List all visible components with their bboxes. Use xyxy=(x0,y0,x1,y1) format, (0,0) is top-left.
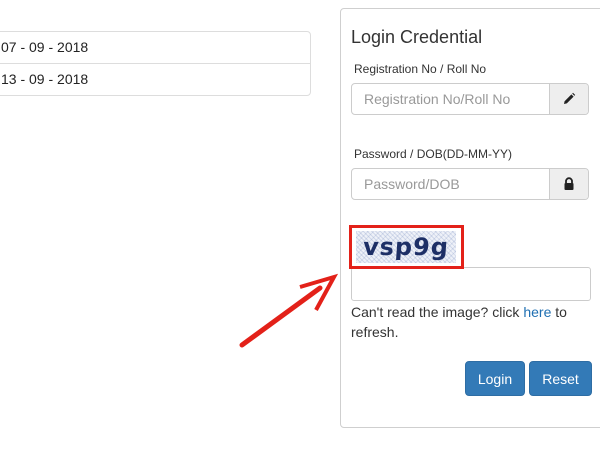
login-panel: Login Credential Registration No / Roll … xyxy=(340,8,600,428)
refresh-prefix: Can't read the image? click xyxy=(351,304,524,320)
date-row: 13 - 09 - 2018 xyxy=(0,63,310,95)
login-button[interactable]: Login xyxy=(465,361,525,396)
reset-button[interactable]: Reset xyxy=(529,361,592,396)
captcha-input[interactable] xyxy=(351,267,591,301)
password-input-group xyxy=(351,168,589,200)
password-label: Password / DOB(DD-MM-YY) xyxy=(354,147,513,161)
password-input[interactable] xyxy=(352,169,549,199)
date-row: 07 - 09 - 2018 xyxy=(1,39,89,55)
registration-label: Registration No / Roll No xyxy=(354,62,487,76)
panel-title: Login Credential xyxy=(351,27,483,47)
registration-input[interactable] xyxy=(352,84,549,114)
captcha-text: vsp9g xyxy=(362,233,450,261)
refresh-text: Can't read the image? click here to refr… xyxy=(351,302,591,342)
captcha-highlight: vsp9g xyxy=(349,225,464,269)
captcha-image: vsp9g xyxy=(356,231,456,263)
refresh-link[interactable]: here xyxy=(523,304,551,320)
lock-icon xyxy=(549,169,588,199)
registration-input-group xyxy=(351,83,589,115)
date-list: 07 - 09 - 2018 13 - 09 - 2018 xyxy=(0,31,311,96)
pencil-icon xyxy=(549,84,588,114)
red-arrow-annotation xyxy=(239,273,339,348)
